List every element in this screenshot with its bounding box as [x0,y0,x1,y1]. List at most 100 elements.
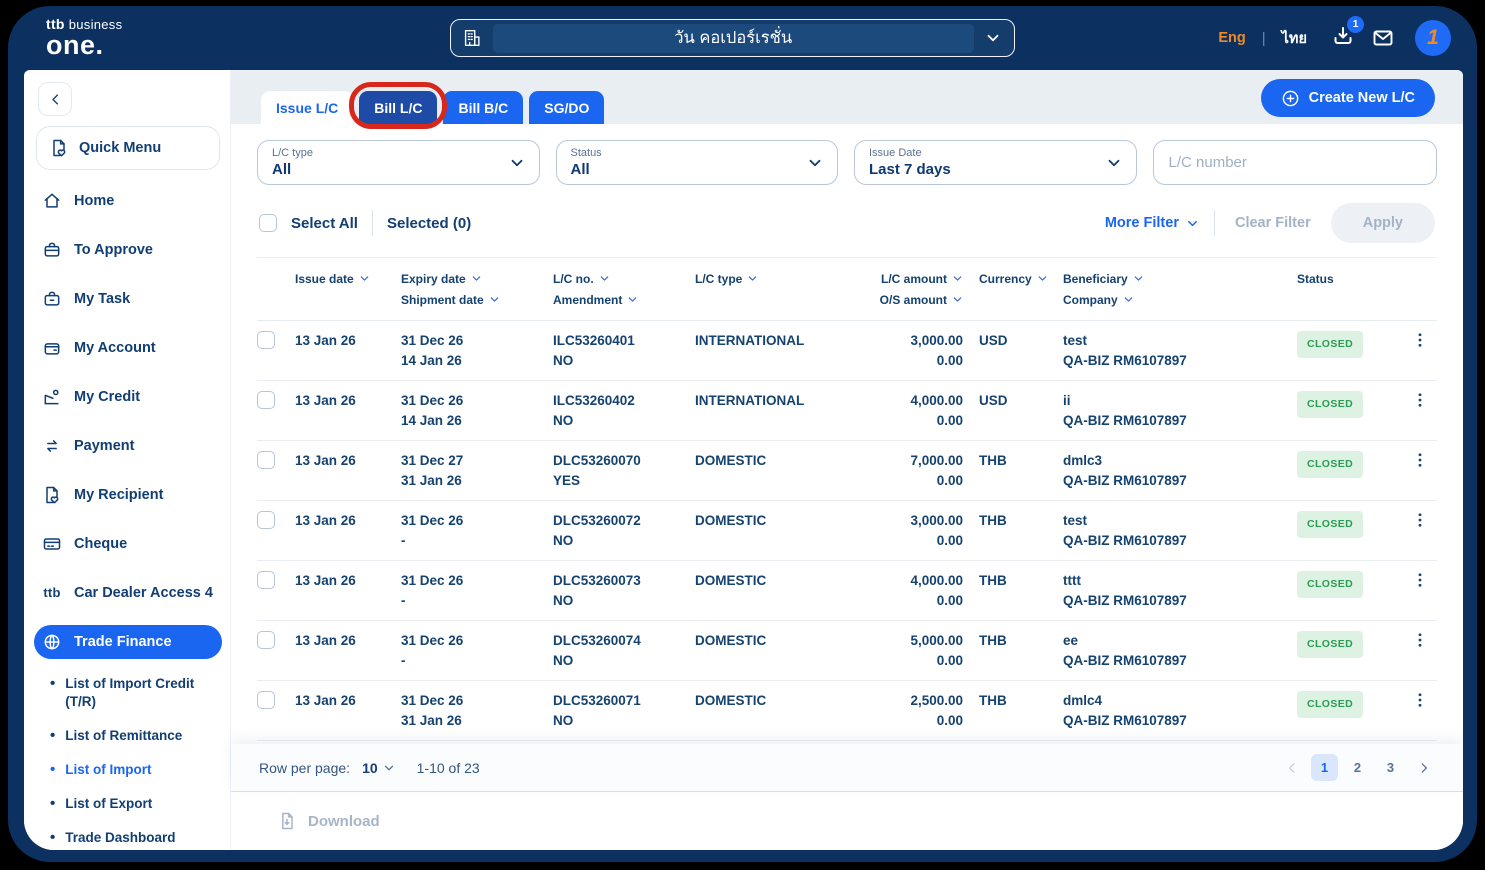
col-header-amendment[interactable]: Amendment [553,289,695,310]
cell-lc-no: DLC53260071 [553,691,695,710]
apply-button[interactable]: Apply [1331,203,1435,243]
sidebar-subitem-list-of-remittance[interactable]: • List of Remittance [34,719,222,753]
cell-currency: USD [979,391,1063,410]
row-checkbox[interactable] [257,571,275,589]
col-header-lc-type[interactable]: L/C type [695,268,861,289]
cell-beneficiary: dmlc4 [1063,691,1297,710]
col-header-beneficiary[interactable]: Beneficiary [1063,268,1297,289]
row-checkbox[interactable] [257,391,275,409]
row-checkbox[interactable] [257,691,275,709]
cell-lc-type: DOMESTIC [695,691,861,710]
cell-shipment-date: - [401,651,553,670]
sidebar-item-cheque[interactable]: Cheque [34,519,222,568]
row-checkbox[interactable] [257,331,275,349]
sidebar-collapse-button[interactable] [38,82,72,116]
download-button[interactable]: Download [231,792,1463,850]
sidebar-item-my-task[interactable]: My Task [34,274,222,323]
cell-lc-no: ILC53260402 [553,391,695,410]
cell-lc-type: INTERNATIONAL [695,331,861,350]
col-header-lc-no[interactable]: L/C no. [553,268,695,289]
lc-number-input[interactable] [1153,140,1438,185]
kebab-menu-icon[interactable] [1411,631,1429,649]
page-button-1[interactable]: 1 [1311,754,1338,781]
more-filter-button[interactable]: More Filter [1105,215,1200,231]
col-header-lc-amount[interactable]: L/C amount [861,268,979,289]
kebab-menu-icon[interactable] [1411,571,1429,589]
filter-bar: L/C type All Status All Issue Date Last … [257,124,1437,185]
brand-logo[interactable]: ttb business one. [46,17,246,59]
lc-type-filter[interactable]: L/C type All [257,140,540,185]
cell-expiry-date: 31 Dec 26 [401,631,553,650]
page-next-button[interactable] [1410,754,1437,781]
col-header-os-amount[interactable]: O/S amount [861,289,979,310]
mail-icon[interactable] [1371,26,1395,50]
company-selector[interactable]: วัน คอเปอร์เรชั่น [450,19,1015,57]
table-row: 13 Jan 26 31 Dec 26- DLC53260072NO DOMES… [257,501,1437,561]
kebab-menu-icon[interactable] [1411,331,1429,349]
col-header-issue-date[interactable]: Issue date [295,268,401,289]
cell-beneficiary: tttt [1063,571,1297,590]
tab-sg-do[interactable]: SG/DO [529,91,604,124]
select-all-label[interactable]: Select All [291,215,358,232]
row-checkbox[interactable] [257,631,275,649]
sort-chevron-icon [627,294,638,305]
create-new-lc-button[interactable]: Create New L/C [1261,79,1435,117]
cell-os-amount: 0.00 [861,531,963,550]
sidebar-subitem-list-of-import-credit-t-r[interactable]: • List of Import Credit (T/R) [34,667,222,719]
app-window: ttb business one. วัน คอเปอร์เรชั่น Eng … [8,6,1477,862]
sidebar-item-my-account[interactable]: My Account [34,323,222,372]
select-all-checkbox[interactable] [259,214,277,232]
sidebar-item-trade-finance[interactable]: Trade Finance [34,625,222,659]
language-toggle-thai[interactable]: ไทย [1282,27,1307,50]
sidebar-item-quick-menu[interactable]: Quick Menu [36,126,220,170]
kebab-menu-icon[interactable] [1411,691,1429,709]
tab-bill-l-c[interactable]: Bill L/C [359,91,437,124]
row-checkbox[interactable] [257,511,275,529]
status-filter[interactable]: Status All [556,140,839,185]
sidebar-item-my-recipient[interactable]: My Recipient [34,470,222,519]
row-checkbox[interactable] [257,451,275,469]
col-header-shipment-date[interactable]: Shipment date [401,289,553,310]
clear-filter-button[interactable]: Clear Filter [1235,215,1311,231]
cell-currency: THB [979,451,1063,470]
bullet-icon: • [50,795,55,813]
avatar[interactable]: 1 [1415,20,1451,56]
sidebar-item-my-credit[interactable]: My Credit [34,372,222,421]
sidebar-item-home[interactable]: Home [34,176,222,225]
tab-label: Issue L/C [276,100,338,116]
bullet-icon: • [50,727,55,745]
chevron-down-icon [1105,154,1123,172]
col-header-expiry-date[interactable]: Expiry date [401,268,553,289]
sidebar-item-payment[interactable]: Payment [34,421,222,470]
tab-issue-l-c[interactable]: Issue L/C [261,91,353,124]
language-toggle-eng[interactable]: Eng [1218,30,1245,46]
sidebar-item-car-dealer-access-4[interactable]: ttb Car Dealer Access 4 [34,568,222,617]
cell-lc-no: DLC53260070 [553,451,695,470]
page-prev-button[interactable] [1278,754,1305,781]
issue-date-filter[interactable]: Issue Date Last 7 days [854,140,1137,185]
sidebar-subitem-list-of-export[interactable]: • List of Export [34,787,222,821]
page-button-2[interactable]: 2 [1344,754,1371,781]
cell-os-amount: 0.00 [861,591,963,610]
tab-bill-b-c[interactable]: Bill B/C [443,91,523,124]
page-button-3[interactable]: 3 [1377,754,1404,781]
downloads-button[interactable]: 1 [1331,24,1355,53]
col-header-currency[interactable]: Currency [979,268,1063,289]
sidebar-subitem-list-of-import[interactable]: • List of Import [34,753,222,787]
sidebar-item-to-approve[interactable]: To Approve [34,225,222,274]
kebab-menu-icon[interactable] [1411,391,1429,409]
quick-menu-icon [49,138,69,158]
cell-lc-amount: 3,000.00 [861,511,963,530]
cell-amendment: YES [553,471,695,490]
sidebar-item-label: Trade Finance [74,634,172,650]
rows-per-page-select[interactable]: 10 [362,760,395,776]
status-badge: CLOSED [1297,451,1363,478]
sidebar-subitem-trade-dashboard[interactable]: • Trade Dashboard [34,821,222,850]
col-header-company[interactable]: Company [1063,289,1297,310]
cell-currency: THB [979,691,1063,710]
table-row: 13 Jan 26 31 Dec 2614 Jan 26 ILC53260402… [257,381,1437,441]
kebab-menu-icon[interactable] [1411,511,1429,529]
kebab-menu-icon[interactable] [1411,451,1429,469]
cell-expiry-date: 31 Dec 26 [401,691,553,710]
globe-icon [42,632,62,652]
